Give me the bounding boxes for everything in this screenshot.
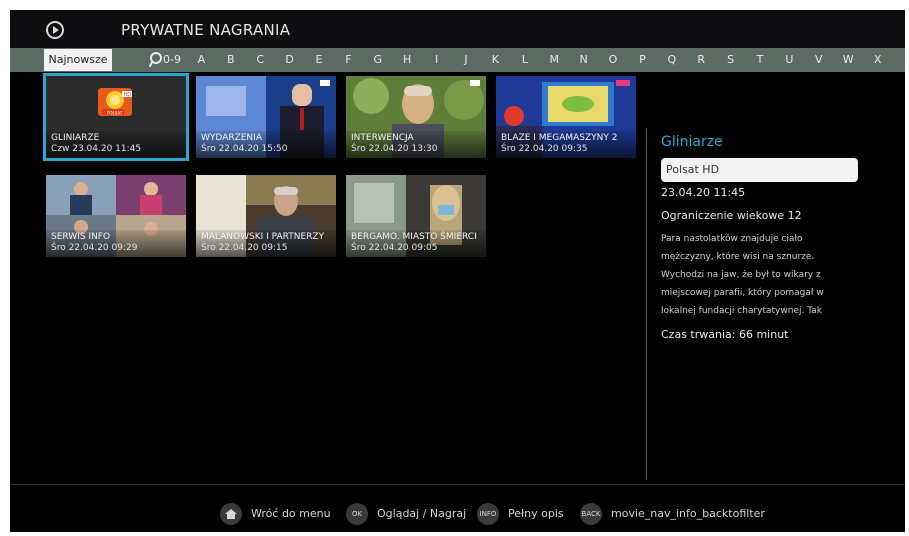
tile-title: MALANOWSKI I PARTNERZY (201, 232, 325, 242)
recording-tile[interactable]: BLAZE I MEGAMASZYNY 2 Śro 22.04.20 09:35 (496, 76, 636, 158)
letter-filter-e[interactable]: E (309, 48, 329, 72)
footer-divider (10, 484, 905, 485)
tile-caption: INTERWENCJA Śro 22.04.20 13:30 (346, 131, 486, 158)
tile-title: WYDARZENIA (201, 133, 262, 143)
letter-filter-h[interactable]: H (397, 48, 417, 72)
polsat-logo-text: POLSAT (107, 111, 123, 116)
page-title: PRYWATNE NAGRANIA (121, 21, 291, 39)
recording-tile[interactable]: SERWIS INFO Śro 22.04.20 09:29 (46, 175, 186, 257)
detail-divider (646, 128, 647, 480)
letter-filter-c[interactable]: C (250, 48, 270, 72)
letter-filter-f[interactable]: F (338, 48, 358, 72)
letter-filter-i[interactable]: I (427, 48, 447, 72)
back-to-filter-label: movie_nav_info_backtofilter (611, 507, 765, 520)
back-button-icon[interactable]: BACK (580, 503, 602, 525)
tv-screen: PRYWATNE NAGRANIA Najnowsze 0-9 A B C D E F G H I… (10, 10, 905, 532)
recording-tile[interactable]: WYDARZENIA Śro 22.04.20 15:50 (196, 76, 336, 158)
letter-filter-n[interactable]: N (574, 48, 594, 72)
search-icon[interactable] (148, 51, 162, 69)
age-rating: Ograniczenie wiekowe 12 (661, 209, 802, 222)
tile-date: Śro 22.04.20 09:05 (351, 243, 438, 253)
tile-title: BERGAMO. MIASTO ŚMIERCI (351, 232, 477, 242)
letter-filter-g[interactable]: G (368, 48, 388, 72)
tile-date: Czw 23.04.20 11:45 (51, 144, 142, 154)
detail-datetime: 23.04.20 11:45 (661, 186, 746, 199)
recording-tile[interactable]: POLSAT HD GLINIARZE Czw 23.04.20 11:45 (43, 73, 189, 161)
tile-title: BLAZE I MEGAMASZYNY 2 (501, 133, 618, 143)
letter-filter-p[interactable]: P (632, 48, 652, 72)
letter-filter-q[interactable]: Q (662, 48, 682, 72)
tile-title: INTERWENCJA (351, 133, 414, 143)
letter-filter-x[interactable]: X (868, 48, 888, 72)
letter-filter-a[interactable]: A (191, 48, 211, 72)
watch-record-label: Oglądaj / Nagraj (377, 507, 467, 520)
tile-caption: BERGAMO. MIASTO ŚMIERCI Śro 22.04.20 09:… (346, 230, 486, 257)
play-circle-icon (46, 21, 64, 39)
tile-caption: BLAZE I MEGAMASZYNY 2 Śro 22.04.20 09:35 (496, 131, 636, 158)
letter-filter-o[interactable]: O (603, 48, 623, 72)
info-button-icon[interactable]: INFO (477, 503, 499, 525)
tile-date: Śro 22.04.20 09:35 (501, 144, 588, 154)
letter-filter-t[interactable]: T (750, 48, 770, 72)
detail-title: Gliniarze (661, 134, 723, 150)
letter-filter-d[interactable]: D (280, 48, 300, 72)
hd-badge: HD (124, 92, 132, 98)
letter-filter-b[interactable]: B (221, 48, 241, 72)
letter-filter-m[interactable]: M (544, 48, 564, 72)
back-to-menu-label: Wróć do menu (251, 507, 331, 520)
letter-filter-j[interactable]: J (456, 48, 476, 72)
letter-filter-k[interactable]: K (485, 48, 505, 72)
alphabet-filter-bar: Najnowsze 0-9 A B C D E F G H I J K L M N O P Q R S T U V W X (10, 48, 905, 72)
tile-caption: GLINIARZE Czw 23.04.20 11:45 (46, 131, 186, 158)
letter-filter-v[interactable]: V (809, 48, 829, 72)
recording-tile[interactable]: MALANOWSKI I PARTNERZY Śro 22.04.20 09:1… (196, 175, 336, 257)
tile-date: Śro 22.04.20 09:15 (201, 243, 288, 253)
home-icon[interactable] (220, 503, 242, 525)
recording-tile[interactable]: INTERWENCJA Śro 22.04.20 13:30 (346, 76, 486, 158)
tile-title: SERWIS INFO (51, 232, 111, 242)
tile-date: Śro 22.04.20 13:30 (351, 144, 438, 154)
ok-button-icon[interactable]: OK (346, 503, 368, 525)
recording-tile[interactable]: BERGAMO. MIASTO ŚMIERCI Śro 22.04.20 09:… (346, 175, 486, 257)
letter-filter-r[interactable]: R (691, 48, 711, 72)
tile-caption: MALANOWSKI I PARTNERZY Śro 22.04.20 09:1… (196, 230, 336, 257)
letter-filter-u[interactable]: U (779, 48, 799, 72)
description-text: Para nastolatków znajduje ciało mężczyzn… (661, 234, 824, 316)
tile-title: GLINIARZE (51, 133, 100, 143)
tile-caption: SERWIS INFO Śro 22.04.20 09:29 (46, 230, 186, 257)
tile-date: Śro 22.04.20 15:50 (201, 144, 288, 154)
footer-hints: Wróć do menu OK Oglądaj / Nagraj INFO Pe… (10, 500, 905, 530)
letter-filter-w[interactable]: W (838, 48, 858, 72)
letter-filter-l[interactable]: L (515, 48, 535, 72)
tile-caption: WYDARZENIA Śro 22.04.20 15:50 (196, 131, 336, 158)
full-description-label: Pełny opis (508, 507, 564, 520)
letter-filter-0-9[interactable]: 0-9 (162, 48, 182, 72)
tile-date: Śro 22.04.20 09:29 (51, 243, 138, 253)
channel-field[interactable]: Polsat HD (661, 158, 858, 182)
filter-newest-button[interactable]: Najnowsze (44, 49, 112, 71)
duration-text: Czas trwania: 66 minut (661, 328, 789, 341)
letter-filter-s[interactable]: S (721, 48, 741, 72)
header: PRYWATNE NAGRANIA (10, 10, 905, 48)
